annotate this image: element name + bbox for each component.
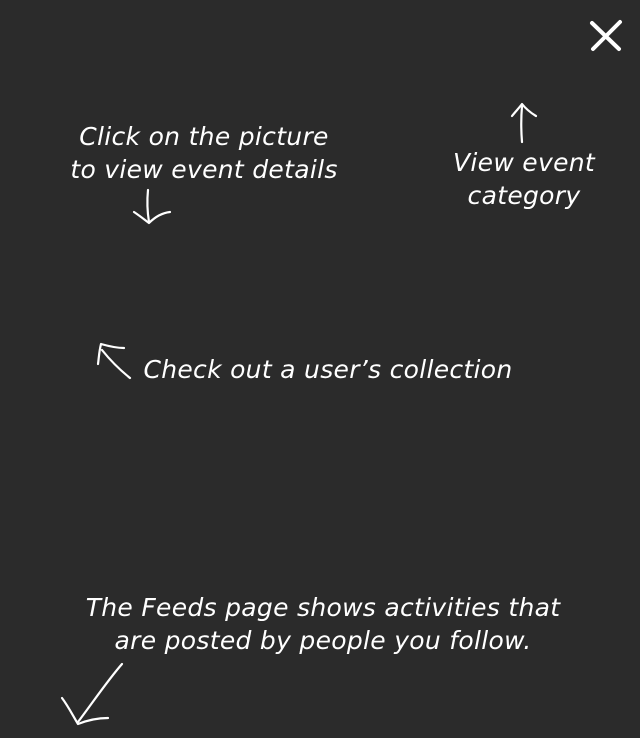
close-button[interactable]: [586, 16, 626, 56]
tip-user-collection: Check out a user’s collection: [132, 353, 524, 386]
tip-event-details-line1: Click on the picture: [79, 122, 329, 151]
tip-event-category-line1: View event: [452, 148, 596, 177]
tip-feeds-page-line1: The Feeds page shows activities that: [85, 593, 561, 622]
tip-event-category-line2: category: [467, 181, 581, 210]
arrow-down-icon: [132, 188, 172, 225]
arrow-up-icon: [510, 102, 538, 144]
tip-feeds-page: The Feeds page shows activities that are…: [70, 591, 576, 657]
tip-event-category: View event category: [442, 146, 606, 212]
tip-user-collection-line1: Check out a user’s collection: [143, 355, 513, 384]
arrow-down-left-icon: [60, 662, 124, 726]
tip-event-details-line2: to view event details: [70, 155, 338, 184]
tip-feeds-page-line2: are posted by people you follow.: [114, 626, 532, 655]
tip-event-details: Click on the picture to view event detai…: [56, 120, 352, 186]
close-icon: [590, 20, 622, 51]
